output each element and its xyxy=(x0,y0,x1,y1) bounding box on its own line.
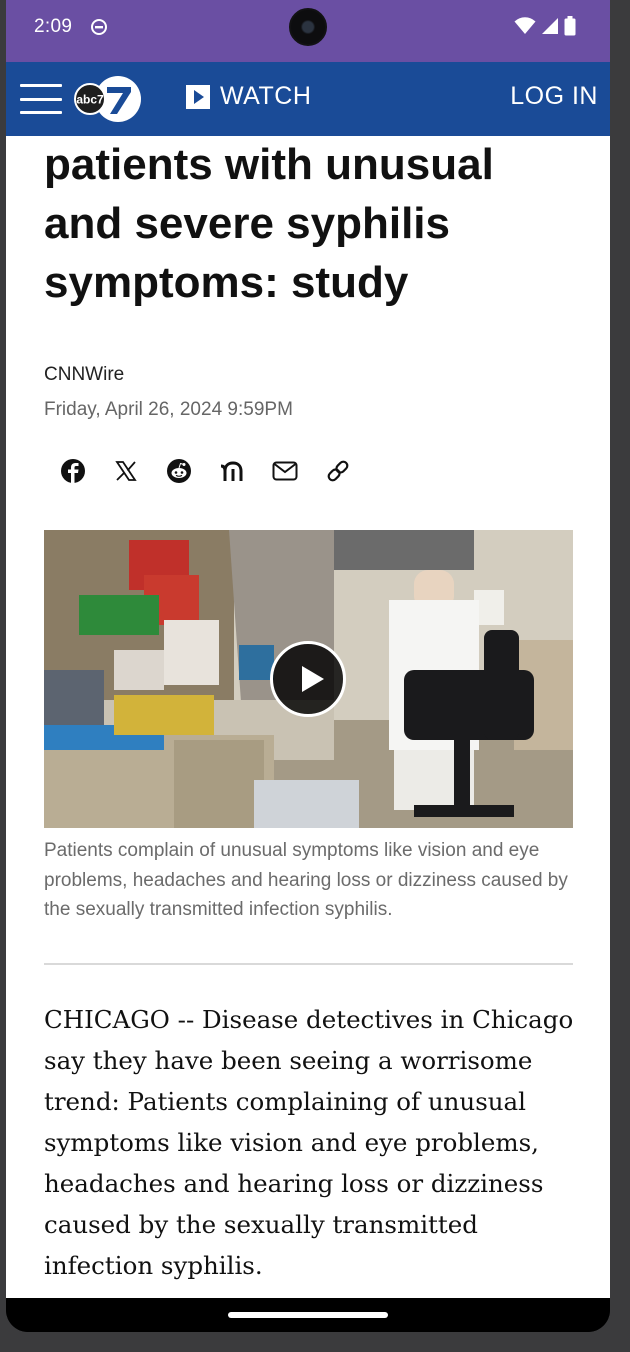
link-icon[interactable] xyxy=(323,456,353,486)
play-square-icon xyxy=(186,84,210,109)
signal-icon xyxy=(542,18,558,34)
article-video[interactable] xyxy=(44,530,573,828)
watch-label: WATCH xyxy=(220,82,312,110)
battery-icon xyxy=(564,16,576,36)
hamburger-menu-icon[interactable] xyxy=(20,84,62,114)
image-caption: Patients complain of unusual symptoms li… xyxy=(44,840,568,920)
article-byline[interactable]: CNNWire xyxy=(44,364,124,386)
play-icon[interactable] xyxy=(270,641,346,717)
login-button[interactable]: LOG IN xyxy=(510,82,598,111)
camera-cutout xyxy=(289,8,327,46)
email-icon[interactable] xyxy=(270,456,300,486)
article-body: CHICAGO -- Disease detectives in Chicago… xyxy=(44,1005,574,1280)
home-indicator[interactable] xyxy=(228,1312,388,1318)
site-header: abc7 WATCH LOG IN xyxy=(6,62,610,136)
navigation-bar xyxy=(6,1298,610,1332)
status-time: 2:09 xyxy=(34,16,73,37)
x-icon[interactable] xyxy=(111,456,141,486)
article-date: Friday, April 26, 2024 9:59PM xyxy=(44,399,293,420)
wifi-icon xyxy=(514,17,536,34)
reddit-icon[interactable] xyxy=(164,456,194,486)
nextdoor-icon[interactable] xyxy=(217,456,247,486)
divider xyxy=(44,963,573,965)
article-headline: Doctors seeing more patients with unusua… xyxy=(44,140,494,307)
facebook-icon[interactable] xyxy=(58,456,88,486)
share-bar xyxy=(58,456,353,486)
headline-viewport: Doctors seeing more patients with unusua… xyxy=(6,136,610,336)
phone-screen: 2:09 abc7 WATCH LOG IN patients with unu… xyxy=(6,0,610,1332)
logo-text: abc7 xyxy=(76,93,104,107)
abc7-logo[interactable]: abc7 xyxy=(74,74,146,124)
status-icons xyxy=(514,16,576,36)
article-content: Doctors seeing more patients with unusua… xyxy=(6,136,610,1298)
phone-frame: 2:09 abc7 WATCH LOG IN patients with unu… xyxy=(0,0,630,1352)
dnd-icon xyxy=(91,19,107,35)
watch-button[interactable]: WATCH xyxy=(186,82,311,111)
status-bar: 2:09 xyxy=(6,0,610,62)
